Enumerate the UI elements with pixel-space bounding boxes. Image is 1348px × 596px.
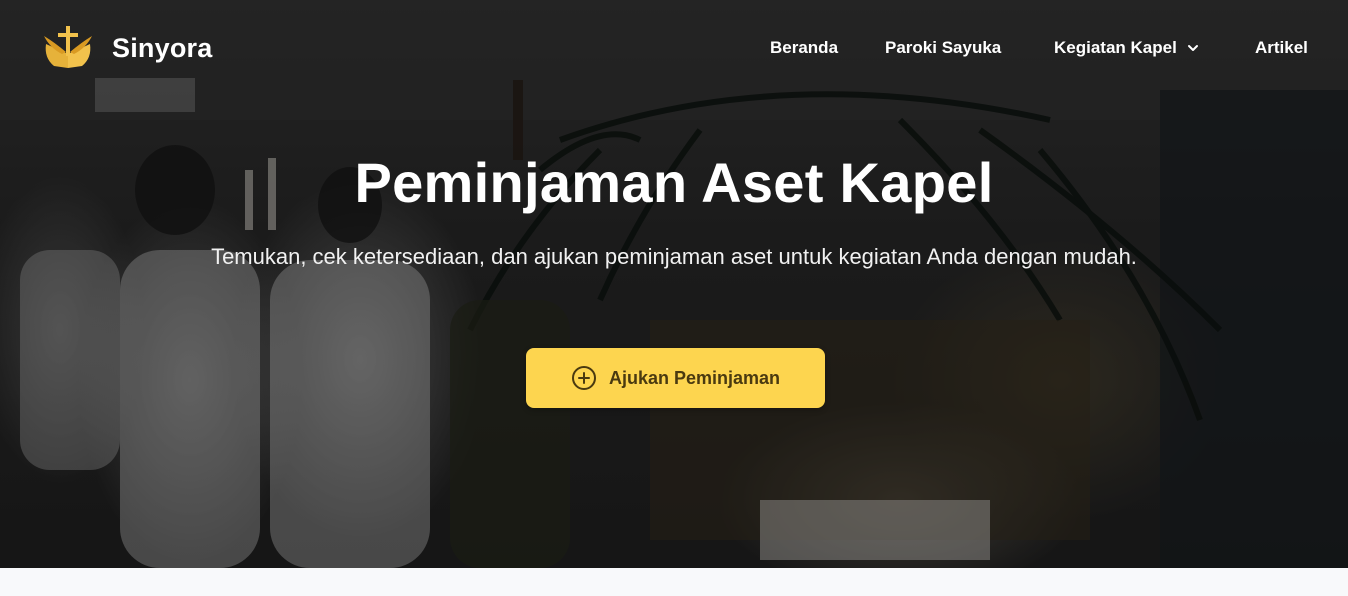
navbar: Sinyora Beranda Paroki Sayuka Kegiatan K…	[0, 0, 1348, 96]
cta-label: Ajukan Peminjaman	[608, 367, 781, 388]
brand-name: Sinyora	[112, 32, 213, 63]
plus-circle-icon	[571, 366, 596, 390]
brand-link[interactable]: Sinyora	[40, 24, 212, 72]
ajukan-peminjaman-button[interactable]: Ajukan Peminjaman	[526, 348, 825, 408]
nav-link-kegiatan-kapel-label: Kegiatan Kapel	[1054, 38, 1177, 57]
hero-section: Sinyora Beranda Paroki Sayuka Kegiatan K…	[0, 0, 1348, 568]
nav-link-artikel[interactable]: Artikel	[1255, 38, 1308, 58]
nav-link-kegiatan-kapel[interactable]: Kegiatan Kapel	[1054, 38, 1199, 58]
cross-book-wings-icon	[44, 26, 92, 68]
hero-subtitle: Temukan, cek ketersediaan, dan ajukan pe…	[211, 244, 1137, 269]
nav-link-paroki-sayuka[interactable]: Paroki Sayuka	[885, 38, 1001, 58]
nav-link-beranda[interactable]: Beranda	[770, 38, 838, 58]
hero-title: Peminjaman Aset Kapel	[354, 151, 994, 214]
content-section	[0, 568, 1348, 596]
chevron-down-icon	[1187, 45, 1198, 51]
